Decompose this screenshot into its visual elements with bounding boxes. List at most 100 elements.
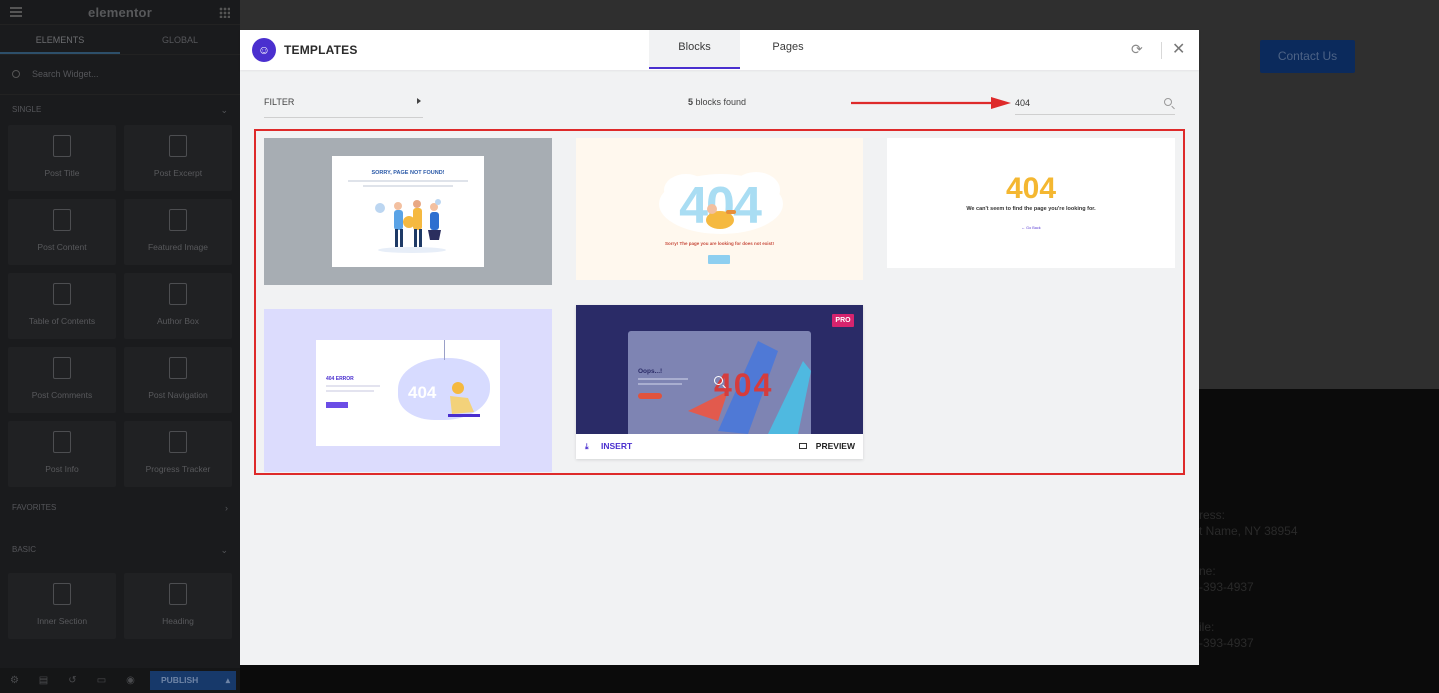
modal-header: ☺ TEMPLATES Blocks Pages ⟳ ✕ bbox=[240, 30, 1199, 70]
search-icon bbox=[12, 70, 20, 78]
people-illustration bbox=[375, 199, 446, 253]
thumbnail-button bbox=[708, 255, 730, 264]
widget-featured-image[interactable]: Featured Image bbox=[124, 199, 232, 265]
widget-label: Inner Section bbox=[36, 616, 88, 626]
filter-dropdown[interactable]: FILTER bbox=[264, 92, 423, 118]
card-action-bar: ⤓ INSERT PREVIEW bbox=[576, 434, 863, 459]
thumbnail-line bbox=[326, 385, 380, 387]
thumbnail-line bbox=[638, 378, 688, 380]
widget-post-comments[interactable]: Post Comments bbox=[8, 347, 116, 413]
preview-label: PREVIEW bbox=[815, 441, 855, 451]
category-single-label: SINGLE bbox=[12, 105, 42, 114]
widget-label: Heading bbox=[162, 616, 194, 626]
insert-button[interactable]: ⤓ INSERT bbox=[585, 441, 632, 452]
comments-icon bbox=[53, 357, 71, 379]
publish-button[interactable]: PUBLISH ▴ bbox=[150, 671, 236, 690]
lamp-cord bbox=[444, 340, 445, 360]
widget-post-navigation[interactable]: Post Navigation bbox=[124, 347, 232, 413]
post-title-icon bbox=[53, 135, 71, 157]
download-icon: ⤓ bbox=[585, 442, 589, 451]
caret-right-icon bbox=[417, 98, 421, 104]
templates-logo-icon: ☺ bbox=[252, 38, 276, 62]
progress-icon bbox=[169, 431, 187, 453]
caret-up-icon[interactable]: ▴ bbox=[226, 671, 230, 690]
widget-table-of-contents[interactable]: Table of Contents bbox=[8, 273, 116, 339]
panel-tabs: ELEMENTS GLOBAL bbox=[0, 25, 240, 55]
category-favorites[interactable]: FAVORITES › bbox=[0, 493, 240, 523]
widget-search-placeholder: Search Widget... bbox=[32, 69, 99, 79]
contact-us-button[interactable]: Contact Us bbox=[1260, 40, 1355, 73]
widget-label: Post Title bbox=[44, 168, 80, 178]
zoom-in-icon[interactable] bbox=[714, 376, 723, 385]
widget-label: Progress Tracker bbox=[145, 464, 211, 474]
responsive-icon[interactable]: ▭ bbox=[87, 675, 116, 686]
thumbnail-line bbox=[326, 390, 374, 392]
results-text: blocks found bbox=[695, 97, 747, 107]
layers-icon[interactable]: ▤ bbox=[29, 675, 58, 686]
thumbnail-line bbox=[348, 180, 468, 182]
close-icon[interactable]: ✕ bbox=[1172, 39, 1185, 59]
columns-icon bbox=[53, 583, 71, 605]
template-card[interactable]: SORRY, PAGE NOT FOUND! bbox=[264, 138, 552, 285]
tab-elements[interactable]: ELEMENTS bbox=[0, 25, 120, 54]
template-card[interactable]: 404 We can't seem to find the page you'r… bbox=[887, 138, 1175, 268]
insert-label: INSERT bbox=[601, 441, 633, 451]
pro-badge: PRO bbox=[832, 314, 854, 327]
thumbnail-subtitle: We can't seem to find the page you're lo… bbox=[966, 206, 1096, 212]
widget-label: Post Navigation bbox=[148, 390, 208, 400]
thumbnail-404: 404 bbox=[408, 383, 437, 402]
widget-heading[interactable]: Heading bbox=[124, 573, 232, 639]
panel-header: elementor bbox=[0, 0, 240, 25]
tab-global[interactable]: GLOBAL bbox=[120, 25, 240, 54]
search-input[interactable]: 404 bbox=[1015, 93, 1175, 115]
category-single[interactable]: SINGLE ⌄ bbox=[0, 95, 240, 125]
post-content-icon bbox=[53, 209, 71, 231]
template-thumbnail: Oops...! 404 PRO bbox=[576, 305, 863, 434]
preview-eye-icon[interactable]: ◉ bbox=[116, 675, 145, 686]
sync-icon[interactable]: ⟳ bbox=[1131, 41, 1143, 58]
widget-post-content[interactable]: Post Content bbox=[8, 199, 116, 265]
monitor-icon bbox=[798, 443, 807, 449]
settings-icon[interactable]: ⚙ bbox=[0, 675, 29, 686]
search-icon bbox=[1164, 98, 1172, 106]
category-basic[interactable]: BASIC ⌄ bbox=[0, 535, 240, 565]
widgets-grid-icon[interactable] bbox=[219, 7, 230, 18]
widget-label: Post Excerpt bbox=[153, 168, 203, 178]
thumbnail-title: Oops...! bbox=[638, 368, 663, 375]
results-count: 5 blocks found bbox=[688, 97, 746, 107]
single-widgets: Post Title Post Excerpt Post Content Fea… bbox=[0, 125, 240, 487]
widget-label: Post Comments bbox=[31, 390, 93, 400]
search-value: 404 bbox=[1015, 98, 1031, 108]
template-card[interactable]: 404 Sorry! The page you are looking for … bbox=[576, 138, 863, 280]
history-icon[interactable]: ↺ bbox=[58, 675, 87, 686]
widget-author-box[interactable]: Author Box bbox=[124, 273, 232, 339]
thumbnail-button bbox=[326, 402, 348, 408]
chevron-right-icon: › bbox=[225, 503, 228, 513]
category-favorites-label: FAVORITES bbox=[12, 503, 57, 512]
templates-modal: ☺ TEMPLATES Blocks Pages ⟳ ✕ FILTER 5 bl… bbox=[240, 30, 1199, 665]
widget-post-excerpt[interactable]: Post Excerpt bbox=[124, 125, 232, 191]
character-illustration bbox=[706, 204, 736, 229]
annotation-arrow bbox=[851, 97, 1011, 109]
widget-post-info[interactable]: Post Info bbox=[8, 421, 116, 487]
template-card-hovered[interactable]: Oops...! 404 PRO ⤓ INSERT PREVIEW bbox=[576, 305, 863, 459]
preview-button[interactable]: PREVIEW bbox=[798, 441, 855, 451]
widget-label: Featured Image bbox=[147, 242, 208, 252]
address-label: ress: bbox=[1199, 508, 1226, 522]
person-icon bbox=[169, 283, 187, 305]
category-basic-label: BASIC bbox=[12, 545, 37, 554]
address-value: t Name, NY 38954 bbox=[1199, 524, 1298, 538]
phone-value: -393-4937 bbox=[1199, 580, 1254, 594]
widget-post-title[interactable]: Post Title bbox=[8, 125, 116, 191]
widget-search[interactable]: Search Widget... bbox=[0, 55, 240, 95]
widget-inner-section[interactable]: Inner Section bbox=[8, 573, 116, 639]
thumbnail-subtitle: Sorry! The page you are looking for does… bbox=[664, 241, 775, 246]
thumbnail-heading: SORRY, PAGE NOT FOUND! bbox=[371, 170, 445, 176]
template-thumbnail: SORRY, PAGE NOT FOUND! bbox=[332, 156, 484, 267]
template-card[interactable]: 404 ERROR 404 bbox=[264, 309, 552, 472]
widget-progress-tracker[interactable]: Progress Tracker bbox=[124, 421, 232, 487]
chevron-down-icon: ⌄ bbox=[220, 545, 228, 555]
tab-pages[interactable]: Pages bbox=[758, 30, 818, 69]
tab-blocks[interactable]: Blocks bbox=[649, 30, 740, 69]
basic-widgets: Inner Section Heading bbox=[0, 573, 240, 639]
